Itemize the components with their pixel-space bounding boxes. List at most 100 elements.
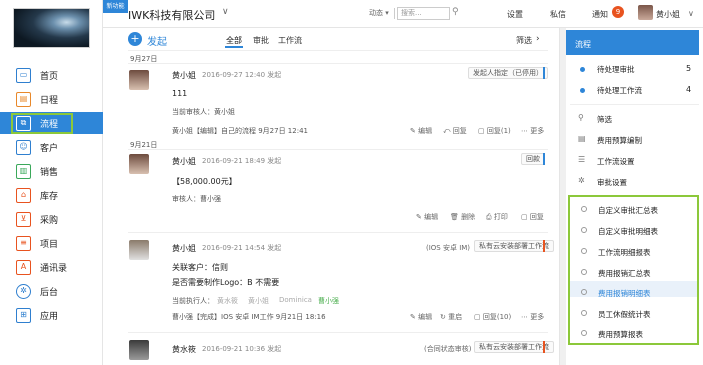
search-icon[interactable]: ⚲ xyxy=(452,7,459,17)
report-link[interactable]: 费用预算报表 xyxy=(598,329,643,340)
delete-button[interactable]: 🗑 删除 xyxy=(450,212,475,222)
new-workflow-button[interactable]: 发起 xyxy=(147,33,167,48)
sidebar-item-backend[interactable]: ✲ 后台 xyxy=(0,280,103,302)
sales-icon: ▥ xyxy=(16,163,31,179)
pending-approvals-count: 5 xyxy=(686,64,692,73)
pending-workflows-link[interactable]: 待处理工作流 xyxy=(597,85,642,96)
avatar[interactable] xyxy=(129,154,149,174)
more-button[interactable]: ⋯ 更多 xyxy=(521,126,544,136)
divider xyxy=(128,63,548,64)
rp-menu-workflow-settings[interactable]: 工作流设置 xyxy=(597,156,635,167)
notification-count-badge: 9 xyxy=(612,6,624,18)
status-badge: 发起人指定（已停用） xyxy=(468,67,548,79)
comments-label: 回复(1) xyxy=(486,127,511,135)
sidebar-item-home[interactable]: ▭ 首页 xyxy=(0,64,103,86)
sidebar-item-project[interactable]: ≡ 项目 xyxy=(0,232,103,254)
restart-label: 重启 xyxy=(448,313,463,321)
avatar[interactable] xyxy=(129,240,149,260)
messages-link[interactable]: 私信 xyxy=(550,9,566,20)
dynamic-select[interactable]: 动态 ▾ xyxy=(369,8,395,19)
tab-approval[interactable]: 审批 xyxy=(253,35,269,46)
notifications-link[interactable]: 通知 xyxy=(592,9,608,20)
more-button[interactable]: ⋯ 更多 xyxy=(521,312,544,322)
sidebar-item-contacts[interactable]: A 通讯录 xyxy=(0,256,103,278)
new-feature-badge[interactable]: 新功能 xyxy=(103,0,128,13)
workflow-highlight-box xyxy=(11,113,73,134)
print-label: 打印 xyxy=(493,213,508,221)
executor-name[interactable]: 黄小姐 xyxy=(248,296,269,306)
sidebar-item-label: 通讯录 xyxy=(40,263,68,274)
divider xyxy=(128,50,548,51)
report-link[interactable]: 自定义审批明细表 xyxy=(598,226,658,237)
post-author[interactable]: 黄小姐 xyxy=(172,70,196,81)
sidebar-item-label: 首页 xyxy=(40,71,59,82)
pending-approvals-link[interactable]: 待处理审批 xyxy=(597,64,635,75)
post-source: (合同状态审核) xyxy=(424,345,472,353)
reply-button[interactable]: ▢ 回复 xyxy=(521,212,544,222)
avatar[interactable] xyxy=(638,5,653,20)
edit-button[interactable]: ✎ 编辑 xyxy=(416,212,438,222)
comments-button[interactable]: ▢ 回复(1) xyxy=(478,126,511,136)
chevron-down-icon[interactable]: ∨ xyxy=(222,7,229,17)
report-link-selected[interactable]: 费用报销明细表 xyxy=(598,288,651,299)
reply-button[interactable]: ⤺ 回复 xyxy=(443,126,467,136)
post-time: 2016-09-21 14:54 发起 xyxy=(202,244,282,252)
sidebar-item-purchase[interactable]: ⊻ 采购 xyxy=(0,208,103,230)
post-author[interactable]: 黄小姐 xyxy=(172,243,196,254)
executor-name-active[interactable]: 曹小强 xyxy=(318,296,339,306)
plus-icon[interactable]: + xyxy=(128,32,142,46)
gear-icon: ✲ xyxy=(578,176,585,185)
status-badge: 私有云安装部署工作流 xyxy=(474,341,554,353)
dynamic-select-label: 动态 xyxy=(369,9,383,17)
sidebar-item-apps[interactable]: ⊞ 应用 xyxy=(0,304,103,326)
report-link[interactable]: 工作流明细报表 xyxy=(598,247,651,258)
report-link[interactable]: 自定义审批汇总表 xyxy=(598,205,658,216)
avatar[interactable] xyxy=(129,70,149,90)
tab-workflow[interactable]: 工作流 xyxy=(278,35,302,46)
post-author[interactable]: 黄小姐 xyxy=(172,156,196,167)
rp-menu-filter[interactable]: 筛选 xyxy=(597,114,612,125)
more-label: 更多 xyxy=(530,313,545,321)
user-name[interactable]: 黄小姐 xyxy=(656,9,680,20)
chevron-down-icon[interactable]: ∨ xyxy=(688,9,694,18)
executor-name[interactable]: 黄水筱 xyxy=(217,296,238,306)
search-input[interactable]: 搜索... xyxy=(397,7,450,20)
divider xyxy=(128,149,548,150)
chevron-right-icon[interactable]: › xyxy=(536,34,540,44)
status-bar xyxy=(543,67,545,79)
company-name[interactable]: IWK科技有限公司 xyxy=(128,7,215,23)
tab-all[interactable]: 全部 xyxy=(226,35,242,46)
reply-label: 回复 xyxy=(529,213,544,221)
sidebar-item-inventory[interactable]: ⌂ 库存 xyxy=(0,184,103,206)
post-body: 是否需要制作Logo：B 不需要 xyxy=(172,278,280,287)
report-link[interactable]: 费用报销汇总表 xyxy=(598,268,651,279)
avatar[interactable] xyxy=(129,340,149,360)
print-button[interactable]: ⎙ 打印 xyxy=(486,212,508,222)
report-link[interactable]: 员工休假统计表 xyxy=(598,309,651,320)
sidebar-item-label: 采购 xyxy=(40,215,59,226)
edit-label: 编辑 xyxy=(424,213,439,221)
report-bullet xyxy=(581,330,587,336)
post-body: 【58,000.00元】 xyxy=(172,177,237,186)
sidebar-item-label: 日程 xyxy=(40,95,59,106)
rp-menu-budget[interactable]: 费用预算编制 xyxy=(597,135,642,146)
executor-name[interactable]: Dominica xyxy=(279,296,312,304)
edit-button[interactable]: ✎ 编辑 xyxy=(410,126,432,136)
comments-button[interactable]: ▢ 回复(10) xyxy=(474,312,511,322)
post-author[interactable]: 黄水筱 xyxy=(172,344,196,355)
gear-icon: ✲ xyxy=(16,283,31,299)
right-panel-title: 流程 xyxy=(566,30,699,55)
sidebar-item-sales[interactable]: ▥ 销售 xyxy=(0,160,103,182)
calendar-icon: ▤ xyxy=(16,91,31,107)
rp-menu-approval-settings[interactable]: 审批设置 xyxy=(597,177,627,188)
filter-button[interactable]: 筛选 xyxy=(516,35,532,46)
sidebar-item-customer[interactable]: ☺ 客户 xyxy=(0,136,103,158)
sidebar-item-schedule[interactable]: ▤ 日程 xyxy=(0,88,103,110)
report-bullet xyxy=(581,310,587,316)
company-logo-image xyxy=(13,8,90,48)
more-label: 更多 xyxy=(530,127,545,135)
post-body: 关联客户：信则 xyxy=(172,263,228,272)
settings-link[interactable]: 设置 xyxy=(507,9,523,20)
restart-button[interactable]: ↻ 重启 xyxy=(440,312,462,322)
edit-button[interactable]: ✎ 编辑 xyxy=(410,312,432,322)
